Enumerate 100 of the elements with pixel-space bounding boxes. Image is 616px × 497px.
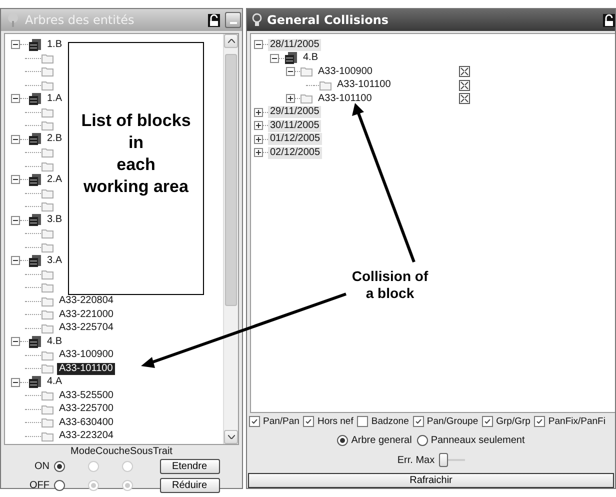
radio-button[interactable] [337, 435, 348, 446]
checkbox[interactable] [412, 416, 424, 427]
tree-item[interactable]: 4.A [45, 376, 64, 388]
checkbox-label: PanFix/PanFi [548, 416, 606, 427]
checkbox-label: Badzone [371, 416, 409, 427]
collapse-icon[interactable] [11, 175, 20, 184]
tree-item[interactable]: A33-101100 [57, 362, 115, 375]
slider-thumb[interactable] [438, 453, 448, 467]
checkbox-label: Grp/Grp [496, 416, 530, 427]
checkbox[interactable] [534, 416, 546, 427]
scroll-thumb[interactable] [225, 54, 237, 306]
folder-icon [41, 404, 54, 415]
tree-item[interactable]: 4.B [45, 336, 64, 348]
folder-icon [41, 160, 54, 172]
minimize-button[interactable] [225, 12, 241, 28]
checkbox[interactable] [357, 416, 368, 427]
folder-icon [41, 417, 54, 428]
tree-item[interactable]: 2.A [45, 174, 64, 186]
folder-icon [41, 188, 54, 199]
folder-icon [41, 350, 54, 361]
tree-item[interactable]: 28/11/2005 [268, 38, 322, 51]
tree-item[interactable]: 2.B [45, 133, 64, 146]
collapse-icon[interactable] [11, 256, 20, 266]
folder-icon [41, 147, 54, 158]
tree-item[interactable]: A33-101100 [316, 92, 374, 105]
lock-icon[interactable] [208, 14, 220, 26]
callout-text: Collision of a block [350, 268, 430, 302]
checkbox[interactable] [482, 416, 494, 427]
callout-box: List of blocks in each working area [68, 42, 204, 295]
collapse-icon[interactable] [11, 378, 20, 387]
tree-item[interactable]: A33-221000 [57, 308, 116, 321]
tree-item[interactable]: A33-101100 [335, 79, 393, 92]
expand-button[interactable]: Etendre [160, 459, 220, 474]
collapse-icon[interactable] [11, 134, 20, 144]
panel-title: Arbres des entités [25, 13, 136, 27]
expand-icon[interactable] [286, 94, 295, 104]
expand-icon[interactable] [254, 148, 263, 158]
slider-label: Err. Max [397, 454, 435, 466]
mode-label: ModeCoucheSousTrait [70, 446, 172, 458]
scroll-down-button[interactable] [224, 430, 238, 444]
option-label: ON [34, 460, 50, 472]
bulb-icon [252, 13, 262, 27]
collapse-icon[interactable] [286, 67, 295, 76]
tree-item[interactable]: A33-225700 [57, 403, 116, 416]
folder-icon [41, 228, 54, 240]
collapse-icon[interactable] [254, 40, 263, 50]
expand-icon[interactable] [254, 121, 263, 130]
tree-item[interactable]: 30/11/2005 [268, 120, 322, 132]
folder-icon [41, 66, 54, 78]
expand-icon[interactable] [254, 108, 263, 117]
lock-icon[interactable] [603, 14, 615, 26]
option-label: OFF [28, 480, 50, 492]
checkbox[interactable] [303, 416, 314, 427]
folder-icon [41, 390, 54, 402]
scrollbar[interactable] [223, 34, 238, 444]
folder-icon [41, 296, 54, 307]
tree-item[interactable]: A33-225704 [57, 322, 116, 334]
tree-item[interactable]: 01/12/2005 [268, 133, 322, 146]
panel-title: General Collisions [267, 13, 390, 27]
radio-button[interactable] [54, 480, 64, 491]
caret-up-icon [228, 39, 234, 43]
tree-item[interactable]: A33-100900 [316, 66, 374, 78]
folder-icon [41, 309, 54, 320]
tree-item[interactable]: A33-223204 [57, 430, 116, 442]
checkbox[interactable] [249, 416, 260, 427]
folder-icon [41, 201, 54, 212]
expand-icon[interactable] [254, 134, 263, 144]
tree-item[interactable]: A33-525500 [57, 390, 116, 402]
tree-item[interactable]: 4.B [301, 52, 320, 64]
folder-icon [41, 363, 54, 374]
tree-item[interactable]: A33-630400 [57, 416, 116, 429]
tree-item[interactable]: 29/11/2005 [268, 106, 322, 118]
tree-item[interactable]: A33-100900 [57, 349, 116, 362]
refresh-button[interactable]: Rafraichir [248, 473, 614, 488]
collapse-icon[interactable] [11, 94, 20, 104]
collapse-icon[interactable] [11, 337, 20, 346]
caret-down-icon [228, 435, 234, 439]
tree-item[interactable]: 3.B [45, 214, 64, 226]
radio-button[interactable] [54, 461, 64, 472]
tree-item[interactable]: 3.A [45, 254, 64, 267]
folder-icon [41, 430, 54, 442]
collapse-icon[interactable] [270, 54, 279, 63]
collapse-icon[interactable] [11, 216, 20, 225]
collapse-button[interactable]: Réduire [160, 478, 220, 493]
tree-item[interactable]: 1.A [45, 92, 64, 105]
folder-icon [41, 268, 54, 280]
checkbox-label: Pan/Groupe [426, 416, 478, 427]
slider[interactable] [438, 453, 465, 467]
tree-item[interactable]: 1.B [45, 38, 64, 51]
tree-item[interactable]: A33-220804 [57, 295, 116, 308]
radio-button[interactable] [416, 435, 428, 446]
folder-icon [41, 322, 54, 334]
tree-item[interactable]: 02/12/2005 [268, 146, 322, 159]
tree-icon [6, 13, 20, 27]
scroll-up-button[interactable] [224, 34, 238, 48]
folder-icon [41, 242, 54, 253]
folder-icon [41, 282, 54, 294]
option-label: Arbre general [351, 435, 412, 446]
folder-icon [41, 120, 54, 132]
collapse-icon[interactable] [11, 40, 20, 50]
